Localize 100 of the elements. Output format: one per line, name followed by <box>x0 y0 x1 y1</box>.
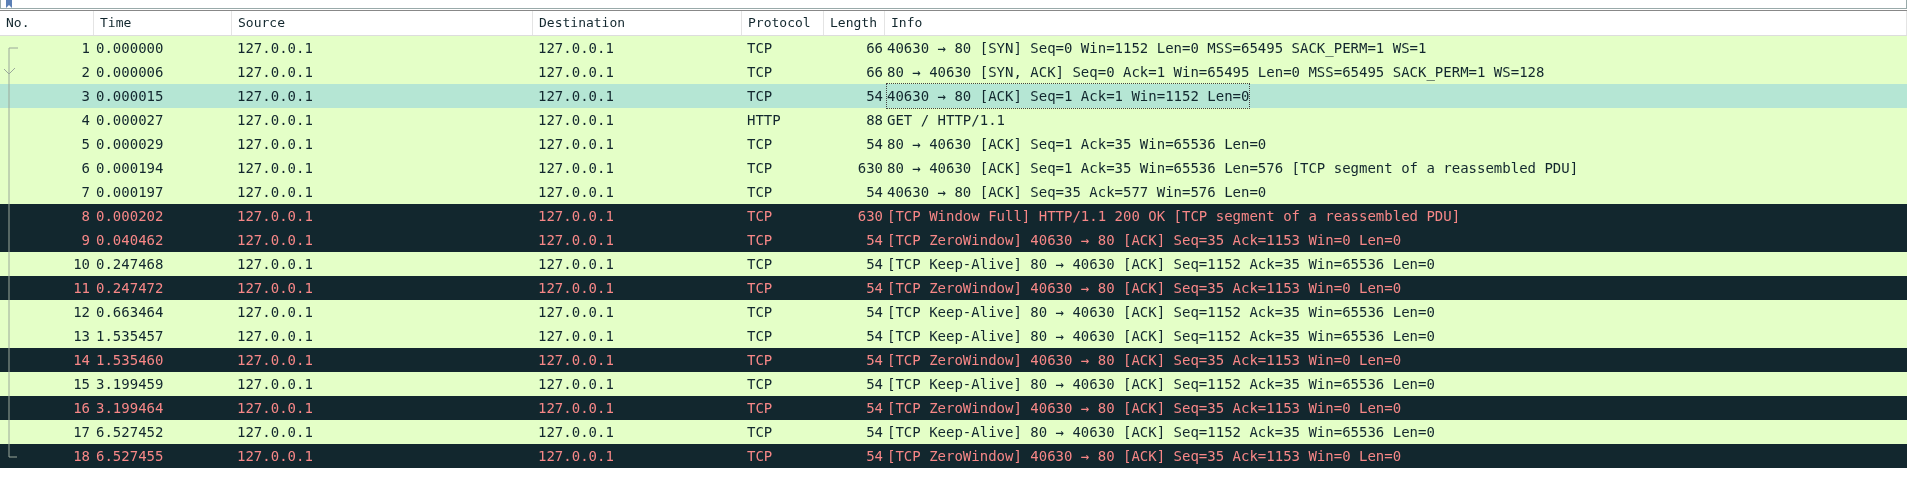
table-cell-text: 127.0.0.1 <box>237 159 313 178</box>
table-cell-text: 127.0.0.1 <box>237 39 313 58</box>
table-cell-text: 13 <box>73 327 90 346</box>
table-cell-text: 127.0.0.1 <box>538 159 614 178</box>
table-cell-text: [TCP ZeroWindow] 40630 → 80 [ACK] Seq=35 Ack=1153 Win=0 Len=0 <box>887 351 1402 370</box>
table-cell-text: 127.0.0.1 <box>538 447 614 466</box>
table-cell-text: 127.0.0.1 <box>538 135 614 154</box>
table-cell-text: 80 → 40630 [ACK] Seq=1 Ack=35 Win=65536 Len=0 <box>887 135 1267 154</box>
table-cell-text: 88 <box>866 111 883 130</box>
table-cell-text: 12 <box>73 303 90 322</box>
packet-row[interactable]: 6 0.000194 127.0.0.1 127.0.0.1 TCP 630 80 → 40630 [ACK] Seq=1 Ack=35 Win=65536 Len=576 [TCP segment of a reassembled PDU] <box>0 156 1907 180</box>
table-cell-text: 16 <box>73 399 90 418</box>
packet-row[interactable]: 11 0.247472 127.0.0.1 127.0.0.1 TCP 54 [TCP ZeroWindow] 40630 → 80 [ACK] Seq=35 Ack=1153 Win=0 Len=0 <box>0 276 1907 300</box>
column-header[interactable]: Info <box>885 11 1907 35</box>
table-cell-text: 0.247472 <box>96 279 164 298</box>
table-cell-text: 127.0.0.1 <box>237 207 313 226</box>
packet-row[interactable]: 7 0.000197 127.0.0.1 127.0.0.1 TCP 54 40630 → 80 [ACK] Seq=35 Ack=577 Win=576 Len=0 <box>0 180 1907 204</box>
table-cell-text: 14 <box>73 351 90 370</box>
table-cell-text: 54 <box>866 351 883 370</box>
table-cell-text: 11 <box>73 279 90 298</box>
table-cell-text: 6.527452 <box>96 423 164 442</box>
table-cell-text: 0.000027 <box>96 111 164 130</box>
table-cell-text: 127.0.0.1 <box>237 279 313 298</box>
packet-row[interactable]: 17 6.527452 127.0.0.1 127.0.0.1 TCP 54 [TCP Keep-Alive] 80 → 40630 [ACK] Seq=1152 Ack=35 Win=65536 Len=0 <box>0 420 1907 444</box>
table-cell-text: 0.000015 <box>96 87 164 106</box>
column-header[interactable]: Protocol <box>742 11 824 35</box>
table-cell-text: TCP <box>747 183 773 202</box>
table-cell-text: 54 <box>866 279 883 298</box>
table-cell-text: TCP <box>747 303 773 322</box>
filter-bar[interactable] <box>0 0 1907 9</box>
table-cell-text: 54 <box>866 183 883 202</box>
packet-row[interactable]: 5 0.000029 127.0.0.1 127.0.0.1 TCP 54 80 → 40630 [ACK] Seq=1 Ack=35 Win=65536 Len=0 <box>0 132 1907 156</box>
table-cell-text: [TCP ZeroWindow] 40630 → 80 [ACK] Seq=35 Ack=1153 Win=0 Len=0 <box>887 279 1402 298</box>
table-cell: 40630 → 80 [ACK] Seq=1 Ack=1 Win=1152 Len=0 <box>887 84 1250 108</box>
table-cell-text: 15 <box>73 375 90 394</box>
table-cell-text: 18 <box>73 447 90 466</box>
table-cell-text: TCP <box>747 327 773 346</box>
column-header[interactable]: Time <box>94 11 232 35</box>
table-cell-text: 127.0.0.1 <box>538 183 614 202</box>
packet-row[interactable]: 18 6.527455 127.0.0.1 127.0.0.1 TCP 54 [TCP ZeroWindow] 40630 → 80 [ACK] Seq=35 Ack=1153 Win=0 Len=0 <box>0 444 1907 468</box>
table-cell-text: TCP <box>747 423 773 442</box>
table-cell-text: 54 <box>866 375 883 394</box>
table-cell-text: TCP <box>747 375 773 394</box>
table-cell-text: [TCP ZeroWindow] 40630 → 80 [ACK] Seq=35 Ack=1153 Win=0 Len=0 <box>887 399 1402 418</box>
bookmark-icon[interactable] <box>3 0 15 8</box>
packet-row[interactable]: 13 1.535457 127.0.0.1 127.0.0.1 TCP 54 [TCP Keep-Alive] 80 → 40630 [ACK] Seq=1152 Ack=35 Win=65536 Len=0 <box>0 324 1907 348</box>
table-cell-text: 4 <box>81 111 90 130</box>
packet-row[interactable]: 3 0.000015 127.0.0.1 127.0.0.1 TCP 54 40630 → 80 [ACK] Seq=1 Ack=1 Win=1152 Len=0 <box>0 84 1907 108</box>
table-cell-text: HTTP <box>747 111 781 130</box>
table-cell-text: [TCP Keep-Alive] 80 → 40630 [ACK] Seq=1152 Ack=35 Win=65536 Len=0 <box>887 423 1435 442</box>
packet-row[interactable]: 12 0.663464 127.0.0.1 127.0.0.1 TCP 54 [TCP Keep-Alive] 80 → 40630 [ACK] Seq=1152 Ack=35 Win=65536 Len=0 <box>0 300 1907 324</box>
column-header[interactable]: Destination <box>533 11 742 35</box>
packet-row[interactable]: 2 0.000006 127.0.0.1 127.0.0.1 TCP 66 80 → 40630 [SYN, ACK] Seq=0 Ack=1 Win=65495 Len=0 MSS=65495 SACK_PERM=1 WS=128 <box>0 60 1907 84</box>
table-cell-text: 0.000006 <box>96 63 164 82</box>
table-cell-text: 127.0.0.1 <box>538 87 614 106</box>
table-cell-text: TCP <box>747 447 773 466</box>
packet-row[interactable]: 14 1.535460 127.0.0.1 127.0.0.1 TCP 54 [TCP ZeroWindow] 40630 → 80 [ACK] Seq=35 Ack=1153 Win=0 Len=0 <box>0 348 1907 372</box>
packet-row[interactable]: 4 0.000027 127.0.0.1 127.0.0.1 HTTP 88 GET / HTTP/1.1 <box>0 108 1907 132</box>
packet-row[interactable]: 1 0.000000 127.0.0.1 127.0.0.1 TCP 66 40630 → 80 [SYN] Seq=0 Win=1152 Len=0 MSS=65495 SACK_PERM=1 WS=1 <box>0 36 1907 60</box>
table-cell-text: 127.0.0.1 <box>538 207 614 226</box>
table-cell-text: 630 <box>857 159 883 178</box>
packet-row[interactable]: 8 0.000202 127.0.0.1 127.0.0.1 TCP 630 [TCP Window Full] HTTP/1.1 200 OK [TCP segment of a reassembled PDU] <box>0 204 1907 228</box>
column-header[interactable]: No. <box>0 11 94 35</box>
table-cell-text: 54 <box>866 447 883 466</box>
table-cell-text: 127.0.0.1 <box>237 111 313 130</box>
packet-row[interactable]: 16 3.199464 127.0.0.1 127.0.0.1 TCP 54 [TCP ZeroWindow] 40630 → 80 [ACK] Seq=35 Ack=1153 Win=0 Len=0 <box>0 396 1907 420</box>
table-cell-text: 8 <box>81 207 90 226</box>
table-cell-text: [TCP Keep-Alive] 80 → 40630 [ACK] Seq=1152 Ack=35 Win=65536 Len=0 <box>887 303 1435 322</box>
table-cell-text: 6.527455 <box>96 447 164 466</box>
packet-row[interactable]: 10 0.247468 127.0.0.1 127.0.0.1 TCP 54 [TCP Keep-Alive] 80 → 40630 [ACK] Seq=1152 Ack=35 Win=65536 Len=0 <box>0 252 1907 276</box>
table-cell-text: 127.0.0.1 <box>538 327 614 346</box>
table-cell-text: 54 <box>866 423 883 442</box>
table-cell-text: 127.0.0.1 <box>538 279 614 298</box>
table-cell-text: 127.0.0.1 <box>538 303 614 322</box>
column-header[interactable]: Length <box>824 11 885 35</box>
table-cell-text: 127.0.0.1 <box>237 255 313 274</box>
table-cell-text: TCP <box>747 87 773 106</box>
table-cell-text: 54 <box>866 231 883 250</box>
table-cell-text: 127.0.0.1 <box>237 87 313 106</box>
table-cell-text: 1.535457 <box>96 327 164 346</box>
table-cell-text: 127.0.0.1 <box>538 63 614 82</box>
table-cell-text: 127.0.0.1 <box>237 183 313 202</box>
table-cell-text: 127.0.0.1 <box>237 351 313 370</box>
table-cell-text: TCP <box>747 231 773 250</box>
table-cell-text: 0.000194 <box>96 159 164 178</box>
packet-row[interactable]: 9 0.040462 127.0.0.1 127.0.0.1 TCP 54 [TCP ZeroWindow] 40630 → 80 [ACK] Seq=35 Ack=1153 Win=0 Len=0 <box>0 228 1907 252</box>
table-cell-text: 127.0.0.1 <box>237 303 313 322</box>
table-cell-text: [TCP ZeroWindow] 40630 → 80 [ACK] Seq=35 Ack=1153 Win=0 Len=0 <box>887 447 1402 466</box>
table-cell-text: [TCP Keep-Alive] 80 → 40630 [ACK] Seq=1152 Ack=35 Win=65536 Len=0 <box>887 375 1435 394</box>
table-cell-text: TCP <box>747 279 773 298</box>
table-cell-text: 0.000197 <box>96 183 164 202</box>
table-cell-text: TCP <box>747 399 773 418</box>
table-cell-text: 10 <box>73 255 90 274</box>
packet-row[interactable]: 15 3.199459 127.0.0.1 127.0.0.1 TCP 54 [TCP Keep-Alive] 80 → 40630 [ACK] Seq=1152 Ack=35 Win=65536 Len=0 <box>0 372 1907 396</box>
table-cell-text: 0.663464 <box>96 303 164 322</box>
table-cell-text: 1 <box>81 39 90 58</box>
table-cell-text: 3.199464 <box>96 399 164 418</box>
table-cell-text: TCP <box>747 159 773 178</box>
table-cell-text: [TCP Keep-Alive] 80 → 40630 [ACK] Seq=1152 Ack=35 Win=65536 Len=0 <box>887 255 1435 274</box>
column-header[interactable]: Source <box>232 11 533 35</box>
